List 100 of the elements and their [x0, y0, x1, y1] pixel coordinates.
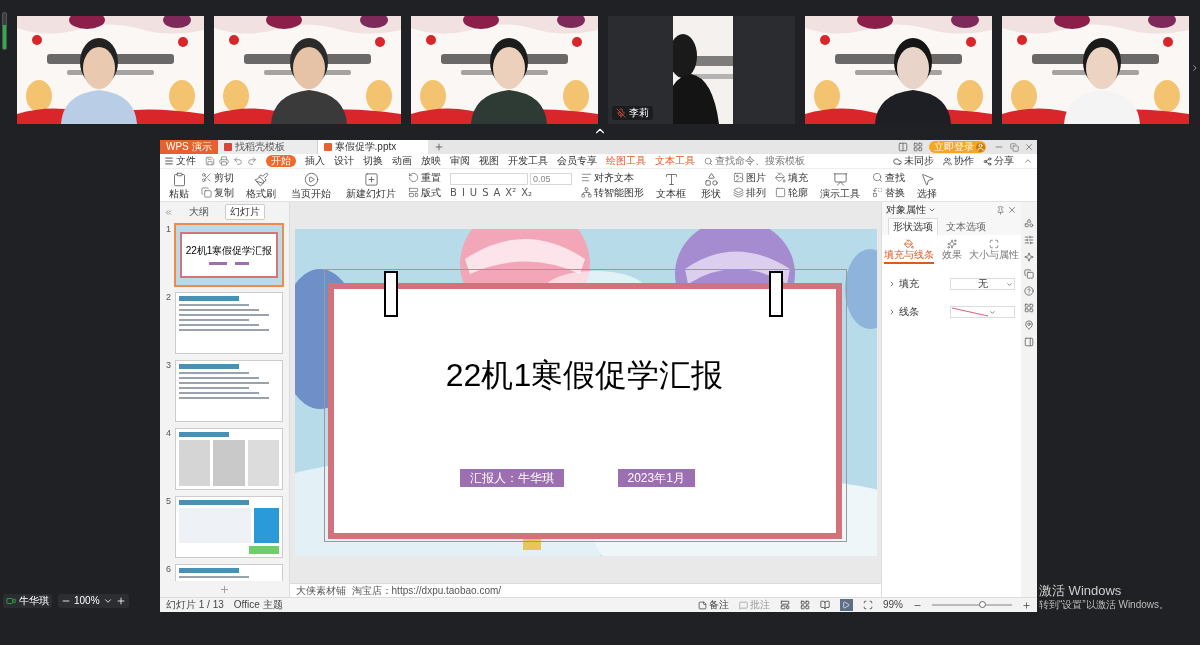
menu-tab[interactable]: 文件 — [164, 155, 196, 167]
fill-dropdown[interactable]: 无 — [950, 278, 1015, 290]
next-page-icon[interactable] — [1190, 62, 1200, 74]
zoom-in-icon[interactable] — [115, 596, 126, 606]
toolbar-button[interactable]: 格式刷 — [243, 171, 279, 199]
menu-tab[interactable]: 切换 — [363, 155, 383, 167]
header-action[interactable]: 协作 — [943, 156, 974, 166]
menu-tab[interactable]: 动画 — [392, 155, 412, 167]
toolbar-button[interactable]: 图片 — [733, 172, 766, 183]
side-tool-icon[interactable] — [1024, 286, 1034, 296]
menu-tab[interactable]: 插入 — [305, 155, 325, 167]
collapse-panel-icon[interactable] — [164, 207, 173, 217]
dropdown-icon[interactable] — [102, 596, 113, 606]
slide-thumbnail[interactable] — [176, 361, 282, 421]
panel-tab[interactable]: 幻灯片 — [225, 204, 265, 220]
pane-tab[interactable]: 形状选项 — [888, 218, 938, 235]
toolbar-button[interactable]: 填充 — [775, 172, 808, 183]
toolbar-button[interactable]: 排列 — [733, 187, 766, 198]
slide-thumbnail[interactable]: 22机1寒假促学汇报 — [176, 225, 282, 285]
toolbar-button[interactable]: 复制 — [201, 187, 234, 198]
format-button[interactable]: U — [469, 187, 478, 198]
close-icon[interactable] — [1024, 142, 1034, 152]
format-button[interactable]: A — [493, 187, 501, 198]
expand-icon[interactable] — [888, 308, 896, 316]
pane-tab[interactable]: 文本选项 — [942, 218, 990, 235]
print-icon[interactable] — [219, 156, 229, 166]
side-tool-icon[interactable] — [1024, 235, 1034, 245]
window-tab[interactable]: 寒假促学.pptx — [317, 140, 428, 154]
new-tab-icon[interactable] — [433, 142, 444, 152]
format-button[interactable]: I — [461, 187, 465, 198]
toolbar-button[interactable]: 文本框 — [653, 171, 689, 199]
apps-icon[interactable] — [913, 142, 923, 152]
collapse-ribbon-icon[interactable] — [1023, 156, 1033, 166]
sorter-view-icon[interactable] — [800, 600, 810, 610]
toolbar-button[interactable]: 新建幻灯片 — [343, 171, 399, 199]
side-tool-icon[interactable] — [1024, 218, 1034, 228]
menu-tab[interactable]: 会员专享 — [557, 155, 597, 167]
close-icon[interactable] — [1007, 205, 1017, 215]
undo-icon[interactable] — [233, 156, 243, 166]
save-icon[interactable] — [205, 156, 215, 166]
toolbar-button[interactable]: 轮廓 — [775, 187, 808, 198]
toolbar-button[interactable]: 查找 — [872, 172, 905, 183]
side-tool-icon[interactable] — [1024, 320, 1034, 330]
menu-tab[interactable]: 视图 — [479, 155, 499, 167]
font-size-field[interactable]: 0.05 — [530, 172, 572, 185]
menu-tab[interactable]: 放映 — [421, 155, 441, 167]
fit-icon[interactable] — [863, 600, 873, 610]
pin-icon[interactable] — [996, 205, 1005, 215]
toolbar-button[interactable]: 替换 — [872, 187, 905, 198]
reading-view-icon[interactable] — [820, 600, 830, 610]
expand-icon[interactable] — [888, 280, 896, 288]
redo-icon[interactable] — [247, 156, 257, 166]
toolbar-button[interactable]: 选择 — [914, 171, 940, 199]
slide-thumbnail[interactable] — [176, 429, 282, 489]
pane-title: 对象属性 — [886, 205, 926, 215]
file-icon — [223, 143, 232, 151]
toolbar-button[interactable]: 转智能图形 — [581, 187, 644, 198]
toolbar-button[interactable]: 剪切 — [201, 172, 234, 183]
play-button[interactable] — [840, 599, 853, 611]
dropdown-icon[interactable] — [928, 206, 936, 214]
side-tool-icon[interactable] — [1024, 252, 1034, 262]
format-button[interactable]: B — [450, 187, 457, 198]
slide-number: 5 — [166, 497, 172, 506]
slide-thumbnail[interactable] — [176, 497, 282, 557]
toolbar-button[interactable]: 演示工具 — [817, 171, 863, 199]
menu-tab[interactable]: 文本工具 — [655, 155, 695, 167]
side-tool-icon[interactable] — [1024, 269, 1034, 279]
format-button[interactable]: S — [482, 187, 489, 198]
self-name: 牛华琪 — [19, 596, 49, 606]
panel-tab[interactable]: 大纲 — [185, 205, 213, 219]
pane-subtab[interactable]: 效果 — [941, 239, 962, 264]
side-tool-icon[interactable] — [1024, 303, 1034, 313]
notes-button[interactable]: 备注 — [698, 600, 729, 610]
normal-view-icon[interactable] — [780, 600, 790, 610]
toolbar-button[interactable]: 重置 — [408, 172, 441, 183]
slide-thumbnail[interactable] — [176, 293, 282, 353]
toolbar-button[interactable]: 粘贴 — [166, 171, 192, 199]
menu-tab[interactable]: 设计 — [334, 155, 354, 167]
menu-tab[interactable]: 开发工具 — [508, 155, 548, 167]
layout-icon[interactable] — [898, 142, 908, 152]
toolbar-button[interactable]: 形状 — [698, 171, 724, 199]
pane-subtab[interactable]: 大小与属性 — [969, 239, 1019, 264]
format-button[interactable]: X² — [505, 187, 517, 198]
window-tab[interactable]: 找稻壳模板 — [217, 140, 318, 154]
header-action[interactable]: 分享 — [983, 156, 1014, 166]
side-tool-icon[interactable] — [1024, 337, 1034, 347]
tool-icon — [363, 171, 379, 187]
restore-icon[interactable] — [1010, 142, 1019, 152]
line-dropdown[interactable] — [950, 306, 1015, 318]
font-name-field[interactable] — [450, 172, 528, 185]
zoom-in-icon[interactable] — [1022, 600, 1031, 610]
toolbar-button[interactable]: 版式 — [408, 187, 441, 198]
toolbar-button[interactable]: 对齐文本 — [581, 172, 644, 183]
format-button[interactable]: X₂ — [521, 187, 533, 198]
tool-icon — [775, 187, 786, 198]
header-action[interactable]: 未同步 — [893, 156, 934, 166]
add-slide-icon[interactable] — [219, 583, 230, 595]
menu-tab[interactable]: 绘图工具 — [606, 155, 646, 167]
toolbar-button[interactable]: 当页开始 — [288, 171, 334, 199]
menu-tab[interactable]: 审阅 — [450, 155, 470, 167]
